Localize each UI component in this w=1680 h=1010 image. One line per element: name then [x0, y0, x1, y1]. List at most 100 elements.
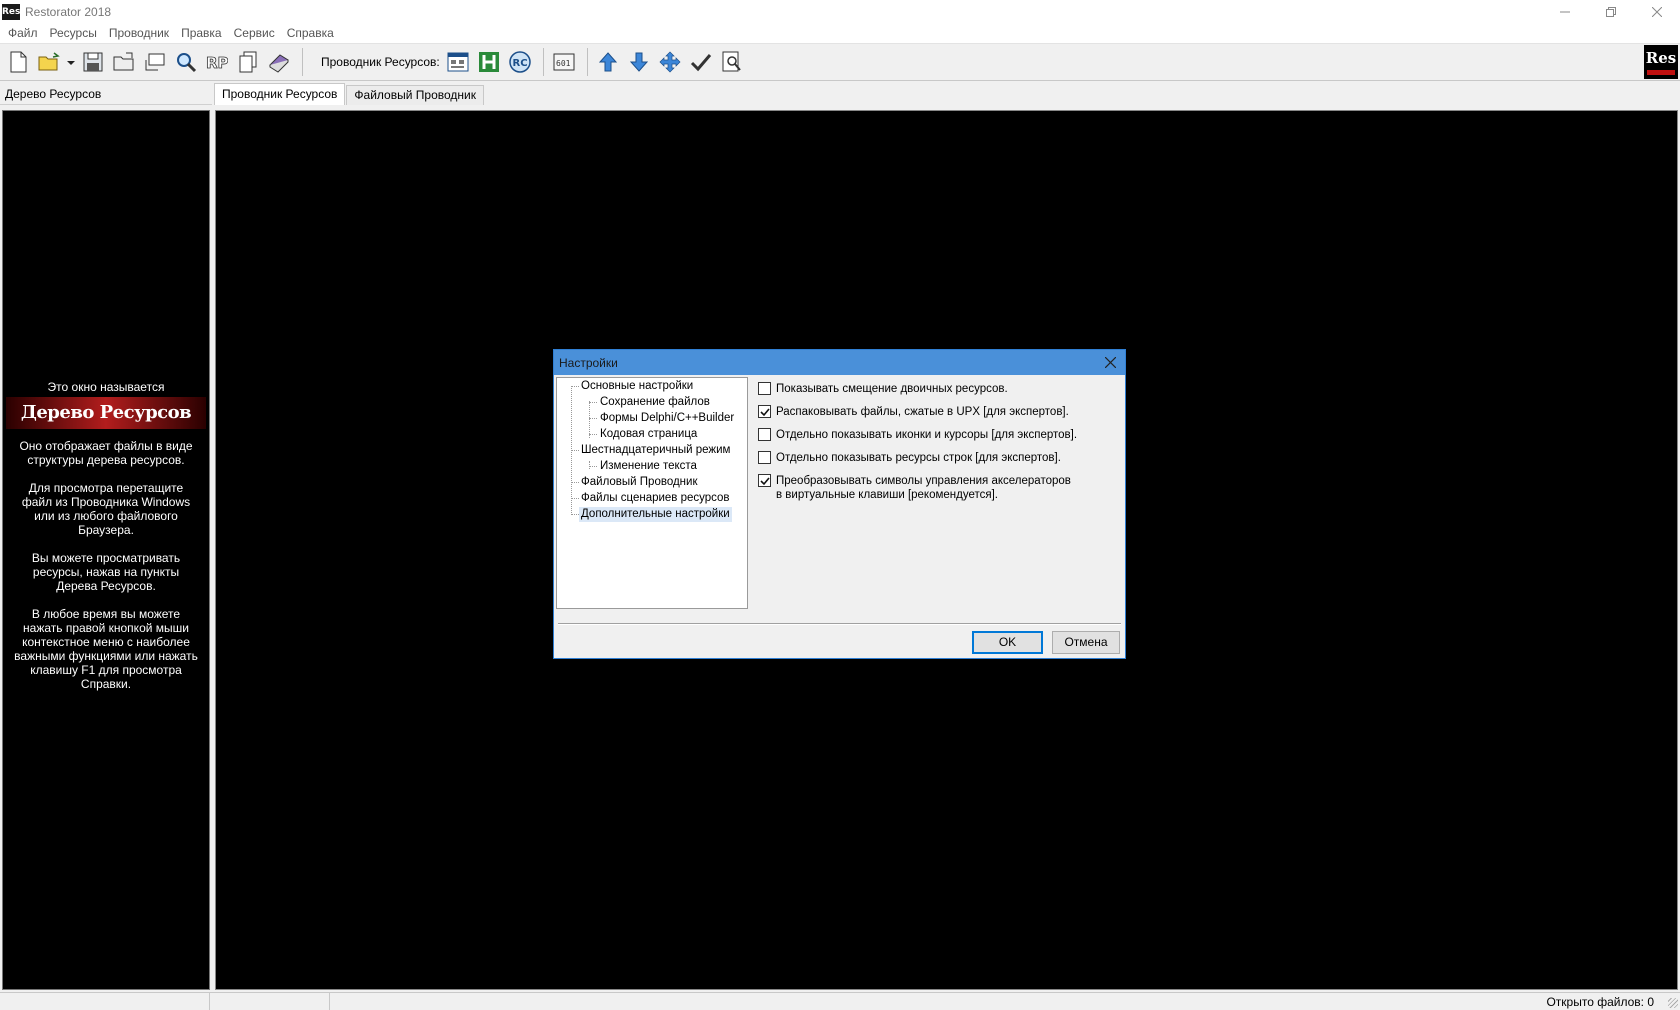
menu-service[interactable]: Сервис: [228, 26, 281, 40]
tree-item-general[interactable]: Основные настройки: [581, 379, 693, 394]
tree-connector: [571, 386, 579, 387]
search-icon: [177, 53, 197, 73]
tree-help-paragraph: В любое время вы можете нажать правой кн…: [14, 607, 198, 691]
checkbox[interactable]: [758, 428, 771, 441]
tree-connector: [571, 482, 579, 483]
status-cell: [0, 993, 210, 1010]
checkbox[interactable]: [758, 382, 771, 395]
option-separate-icons[interactable]: Отдельно показывать иконки и курсоры [дл…: [758, 428, 1118, 442]
header-button[interactable]: [475, 48, 503, 76]
menu-file[interactable]: Файл: [2, 26, 44, 40]
menu-edit[interactable]: Правка: [175, 26, 228, 40]
tree-connector: [589, 461, 590, 469]
checkmark-icon: [759, 407, 770, 416]
tab-file-explorer[interactable]: Файловый Проводник: [346, 85, 484, 105]
menu-help[interactable]: Справка: [281, 26, 340, 40]
resize-grip[interactable]: [1668, 998, 1678, 1008]
rc-icon: RC: [509, 51, 531, 73]
copy-button[interactable]: [234, 48, 262, 76]
chevron-down-icon: [67, 61, 75, 65]
minimize-button[interactable]: [1542, 0, 1588, 23]
tree-item-saving[interactable]: Сохранение файлов: [600, 395, 710, 410]
menu-resources[interactable]: Ресурсы: [44, 26, 103, 40]
dialog-title: Настройки: [559, 355, 618, 370]
folder-tree-icon: [145, 53, 165, 71]
option-label: Отдельно показывать иконки и курсоры [дл…: [776, 429, 1078, 441]
checkmark-icon: [690, 54, 711, 72]
checkbox[interactable]: [758, 474, 771, 487]
checkbox[interactable]: [758, 451, 771, 464]
tree-item-hex-mode[interactable]: Шестнадцатеричный режим: [581, 443, 730, 458]
settings-dialog: Настройки Основные настройки Сохранение …: [553, 349, 1126, 659]
resource-tree-header: Дерево Ресурсов: [0, 83, 212, 105]
tab-resource-explorer[interactable]: Проводник Ресурсов: [214, 83, 346, 105]
dialog-window-icon: [447, 52, 469, 72]
tree-item-rc-scripts[interactable]: Файлы сценариев ресурсов: [581, 491, 730, 506]
move-arrows-icon: [659, 51, 681, 73]
resource-patcher-button[interactable]: RP: [203, 48, 231, 76]
tree-connector: [589, 434, 597, 435]
restorator-window: Res Restorator 2018 Файл Ресурсы Проводн…: [0, 0, 1680, 1010]
view-mode-button[interactable]: [444, 48, 472, 76]
option-convert-accelerators[interactable]: Преобразовывать символы управления аксел…: [758, 474, 1118, 502]
find-button[interactable]: [172, 48, 200, 76]
open-file-button[interactable]: [35, 48, 63, 76]
check-button[interactable]: [687, 48, 715, 76]
option-label: Показывать смещение двоичных ресурсов.: [776, 383, 1008, 395]
save-icon: [83, 52, 103, 72]
rc-button[interactable]: RC: [506, 48, 534, 76]
move-up-button[interactable]: [594, 48, 622, 76]
help-book-button[interactable]: [265, 48, 293, 76]
open-files-count: Открыто файлов: 0: [1546, 995, 1654, 1009]
option-show-binary-offset[interactable]: Показывать смещение двоичных ресурсов.: [758, 382, 1118, 396]
arrow-up-icon: [598, 52, 617, 72]
ok-button[interactable]: OK: [972, 631, 1043, 654]
restorator-logo: Res: [1644, 45, 1678, 79]
explorer-tabs: Проводник Ресурсов Файловый Проводник: [214, 83, 485, 105]
restore-icon: [1606, 6, 1616, 17]
tree-item-file-explorer[interactable]: Файловый Проводник: [581, 475, 698, 490]
toolbar-separator: [586, 48, 588, 76]
checkbox[interactable]: [758, 405, 771, 418]
window-title: Restorator 2018: [25, 4, 112, 19]
toolbar: RP Проводник Ресурсов: RC 601: [0, 43, 1680, 81]
dialog-title-bar: Настройки: [554, 350, 1125, 375]
save-button[interactable]: [79, 48, 107, 76]
tree-connector: [589, 401, 590, 438]
toolbar-separator: [542, 48, 544, 76]
dialog-close-button[interactable]: [1095, 350, 1125, 375]
tree-item-delphi-forms[interactable]: Формы Delphi/C++Builder: [600, 411, 734, 426]
move-down-button[interactable]: [625, 48, 653, 76]
cancel-button[interactable]: Отмена: [1052, 631, 1120, 654]
explorer-button[interactable]: [141, 48, 169, 76]
svg-text:RC: RC: [512, 58, 527, 69]
settings-category-tree: Основные настройки Сохранение файлов Фор…: [556, 377, 748, 609]
explorer-label: Проводник Ресурсов:: [321, 55, 440, 69]
save-as-button[interactable]: [110, 48, 138, 76]
tree-item-advanced[interactable]: Дополнительные настройки: [579, 507, 732, 522]
open-dropdown-button[interactable]: [66, 48, 76, 76]
move-all-button[interactable]: [656, 48, 684, 76]
dialog-separator: [558, 623, 1121, 625]
tree-connector: [571, 498, 579, 499]
tree-item-text-edit[interactable]: Изменение текста: [600, 459, 697, 474]
hex-view-button[interactable]: 601: [550, 48, 578, 76]
tree-connector: [571, 514, 579, 515]
menu-explorer[interactable]: Проводник: [103, 26, 175, 40]
status-cell: [210, 993, 330, 1010]
tree-help-paragraph: Оно отображает файлы в виде структуры де…: [19, 439, 193, 467]
tree-connector: [589, 402, 597, 403]
preview-button[interactable]: [718, 48, 746, 76]
close-button[interactable]: [1634, 0, 1680, 23]
option-separate-strings[interactable]: Отдельно показывать ресурсы строк [для э…: [758, 451, 1118, 465]
new-file-button[interactable]: [4, 48, 32, 76]
tree-help-caption: Это окно называется: [47, 380, 165, 394]
restore-button[interactable]: [1588, 0, 1634, 23]
book-icon: [269, 54, 289, 73]
tree-help-banner: Дерево Ресурсов: [6, 397, 206, 429]
resource-tree-pane[interactable]: Это окно называется Дерево Ресурсов Оно …: [2, 110, 210, 990]
tree-item-codepage[interactable]: Кодовая страница: [600, 427, 697, 442]
rp-icon: RP: [206, 54, 228, 73]
svg-text:601: 601: [556, 59, 571, 68]
option-unpack-upx[interactable]: Распаковывать файлы, сжатые в UPX [для э…: [758, 405, 1118, 419]
